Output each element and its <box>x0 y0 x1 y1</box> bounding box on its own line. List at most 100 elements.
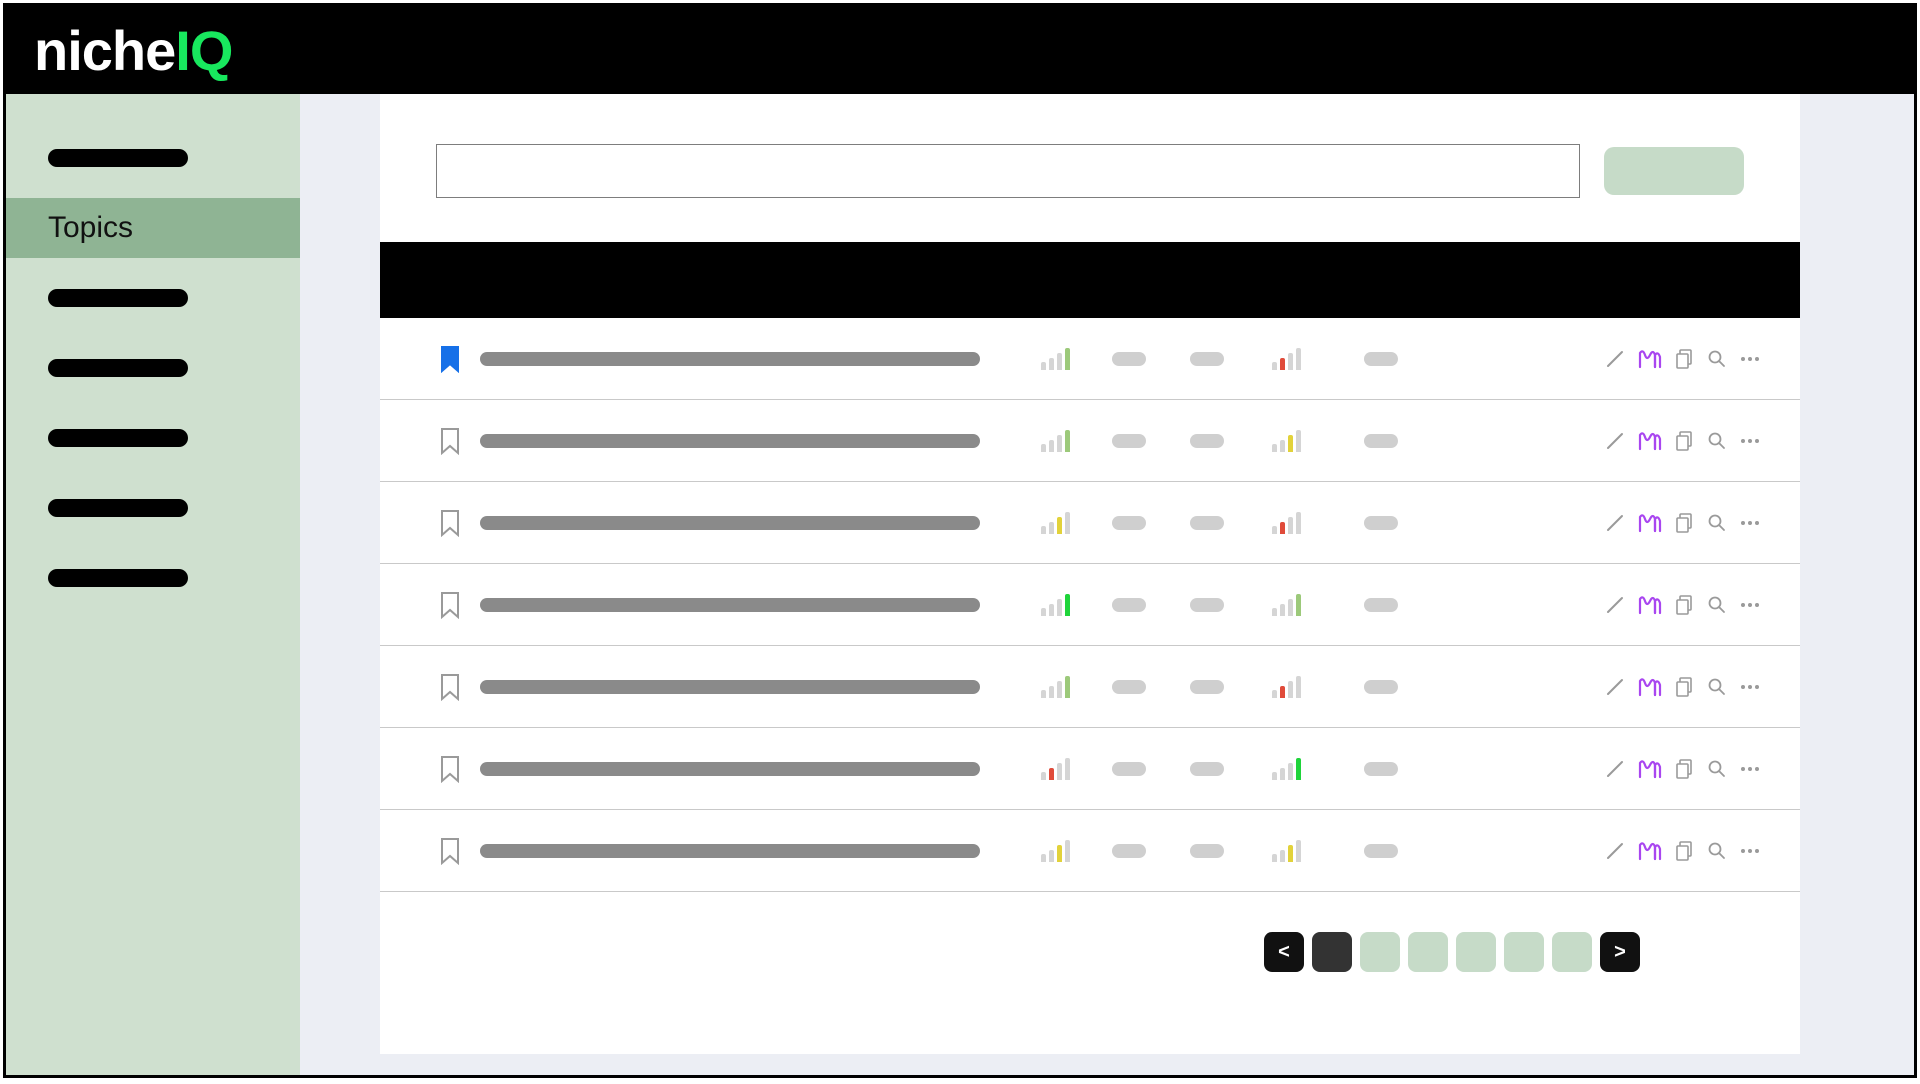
metric-2 <box>1168 598 1246 612</box>
table-header <box>380 242 1800 318</box>
wave-icon[interactable] <box>1638 677 1662 697</box>
signal-1 <box>1020 594 1090 616</box>
signal-2 <box>1246 348 1326 370</box>
topic-title[interactable] <box>480 352 1020 366</box>
metric-3 <box>1326 598 1436 612</box>
bookmark-toggle[interactable] <box>420 427 480 455</box>
search-input[interactable] <box>436 144 1580 198</box>
copy-icon[interactable] <box>1676 431 1694 451</box>
table-row <box>380 810 1800 892</box>
topic-title[interactable] <box>480 516 1020 530</box>
signal-2 <box>1246 676 1326 698</box>
search-icon[interactable] <box>1708 760 1726 778</box>
table-row <box>380 564 1800 646</box>
signal-1 <box>1020 348 1090 370</box>
bookmark-toggle[interactable] <box>420 591 480 619</box>
topbar: nicheIQ <box>6 6 1914 94</box>
topic-title[interactable] <box>480 680 1020 694</box>
sidebar: Topics <box>6 94 300 1075</box>
sidebar-item-label <box>48 359 188 377</box>
search-icon[interactable] <box>1708 514 1726 532</box>
metric-3 <box>1326 434 1436 448</box>
search-icon[interactable] <box>1708 842 1726 860</box>
more-icon[interactable] <box>1740 684 1760 690</box>
brand-part2: IQ <box>175 19 232 82</box>
sidebar-item-0[interactable] <box>6 128 300 188</box>
edit-icon[interactable] <box>1606 678 1624 696</box>
more-icon[interactable] <box>1740 602 1760 608</box>
search-button[interactable] <box>1604 147 1744 195</box>
pagination-page-4[interactable] <box>1456 932 1496 972</box>
pagination-page-3[interactable] <box>1408 932 1448 972</box>
topic-title[interactable] <box>480 434 1020 448</box>
wave-icon[interactable] <box>1638 349 1662 369</box>
sidebar-item-topics[interactable]: Topics <box>6 198 300 258</box>
sidebar-item-5[interactable] <box>6 478 300 538</box>
search-icon[interactable] <box>1708 678 1726 696</box>
more-icon[interactable] <box>1740 520 1760 526</box>
row-actions <box>1580 759 1780 779</box>
sidebar-item-4[interactable] <box>6 408 300 468</box>
copy-icon[interactable] <box>1676 595 1694 615</box>
bookmark-toggle[interactable] <box>420 509 480 537</box>
edit-icon[interactable] <box>1606 760 1624 778</box>
copy-icon[interactable] <box>1676 349 1694 369</box>
row-actions <box>1580 513 1780 533</box>
edit-icon[interactable] <box>1606 432 1624 450</box>
search-icon[interactable] <box>1708 350 1726 368</box>
copy-icon[interactable] <box>1676 513 1694 533</box>
more-icon[interactable] <box>1740 356 1760 362</box>
copy-icon[interactable] <box>1676 759 1694 779</box>
pagination-page-1[interactable] <box>1312 932 1352 972</box>
sidebar-item-label: Topics <box>48 211 133 245</box>
topic-title[interactable] <box>480 844 1020 858</box>
copy-icon[interactable] <box>1676 677 1694 697</box>
metric-2 <box>1168 844 1246 858</box>
pagination-page-2[interactable] <box>1360 932 1400 972</box>
edit-icon[interactable] <box>1606 842 1624 860</box>
metric-2 <box>1168 434 1246 448</box>
copy-icon[interactable] <box>1676 841 1694 861</box>
search-icon[interactable] <box>1708 432 1726 450</box>
wave-icon[interactable] <box>1638 431 1662 451</box>
signal-2 <box>1246 512 1326 534</box>
topic-title[interactable] <box>480 598 1020 612</box>
more-icon[interactable] <box>1740 438 1760 444</box>
pagination-next[interactable]: > <box>1600 932 1640 972</box>
pagination-prev[interactable]: < <box>1264 932 1304 972</box>
edit-icon[interactable] <box>1606 596 1624 614</box>
pagination-page-6[interactable] <box>1552 932 1592 972</box>
pagination-page-5[interactable] <box>1504 932 1544 972</box>
brand-logo: nicheIQ <box>34 18 232 83</box>
table-row <box>380 728 1800 810</box>
wave-icon[interactable] <box>1638 513 1662 533</box>
sidebar-item-label <box>48 499 188 517</box>
table-row <box>380 400 1800 482</box>
metric-1 <box>1090 762 1168 776</box>
wave-icon[interactable] <box>1638 841 1662 861</box>
sidebar-item-6[interactable] <box>6 548 300 608</box>
row-actions <box>1580 349 1780 369</box>
bookmark-toggle[interactable] <box>420 755 480 783</box>
metric-1 <box>1090 516 1168 530</box>
sidebar-item-2[interactable] <box>6 268 300 328</box>
topic-title[interactable] <box>480 762 1020 776</box>
edit-icon[interactable] <box>1606 514 1624 532</box>
edit-icon[interactable] <box>1606 350 1624 368</box>
metric-3 <box>1326 680 1436 694</box>
sidebar-item-3[interactable] <box>6 338 300 398</box>
bookmark-toggle[interactable] <box>420 673 480 701</box>
signal-1 <box>1020 512 1090 534</box>
search-row <box>380 134 1800 242</box>
more-icon[interactable] <box>1740 848 1760 854</box>
metric-1 <box>1090 680 1168 694</box>
signal-1 <box>1020 676 1090 698</box>
metric-1 <box>1090 434 1168 448</box>
signal-1 <box>1020 758 1090 780</box>
more-icon[interactable] <box>1740 766 1760 772</box>
bookmark-toggle[interactable] <box>420 345 480 373</box>
wave-icon[interactable] <box>1638 595 1662 615</box>
bookmark-toggle[interactable] <box>420 837 480 865</box>
wave-icon[interactable] <box>1638 759 1662 779</box>
search-icon[interactable] <box>1708 596 1726 614</box>
